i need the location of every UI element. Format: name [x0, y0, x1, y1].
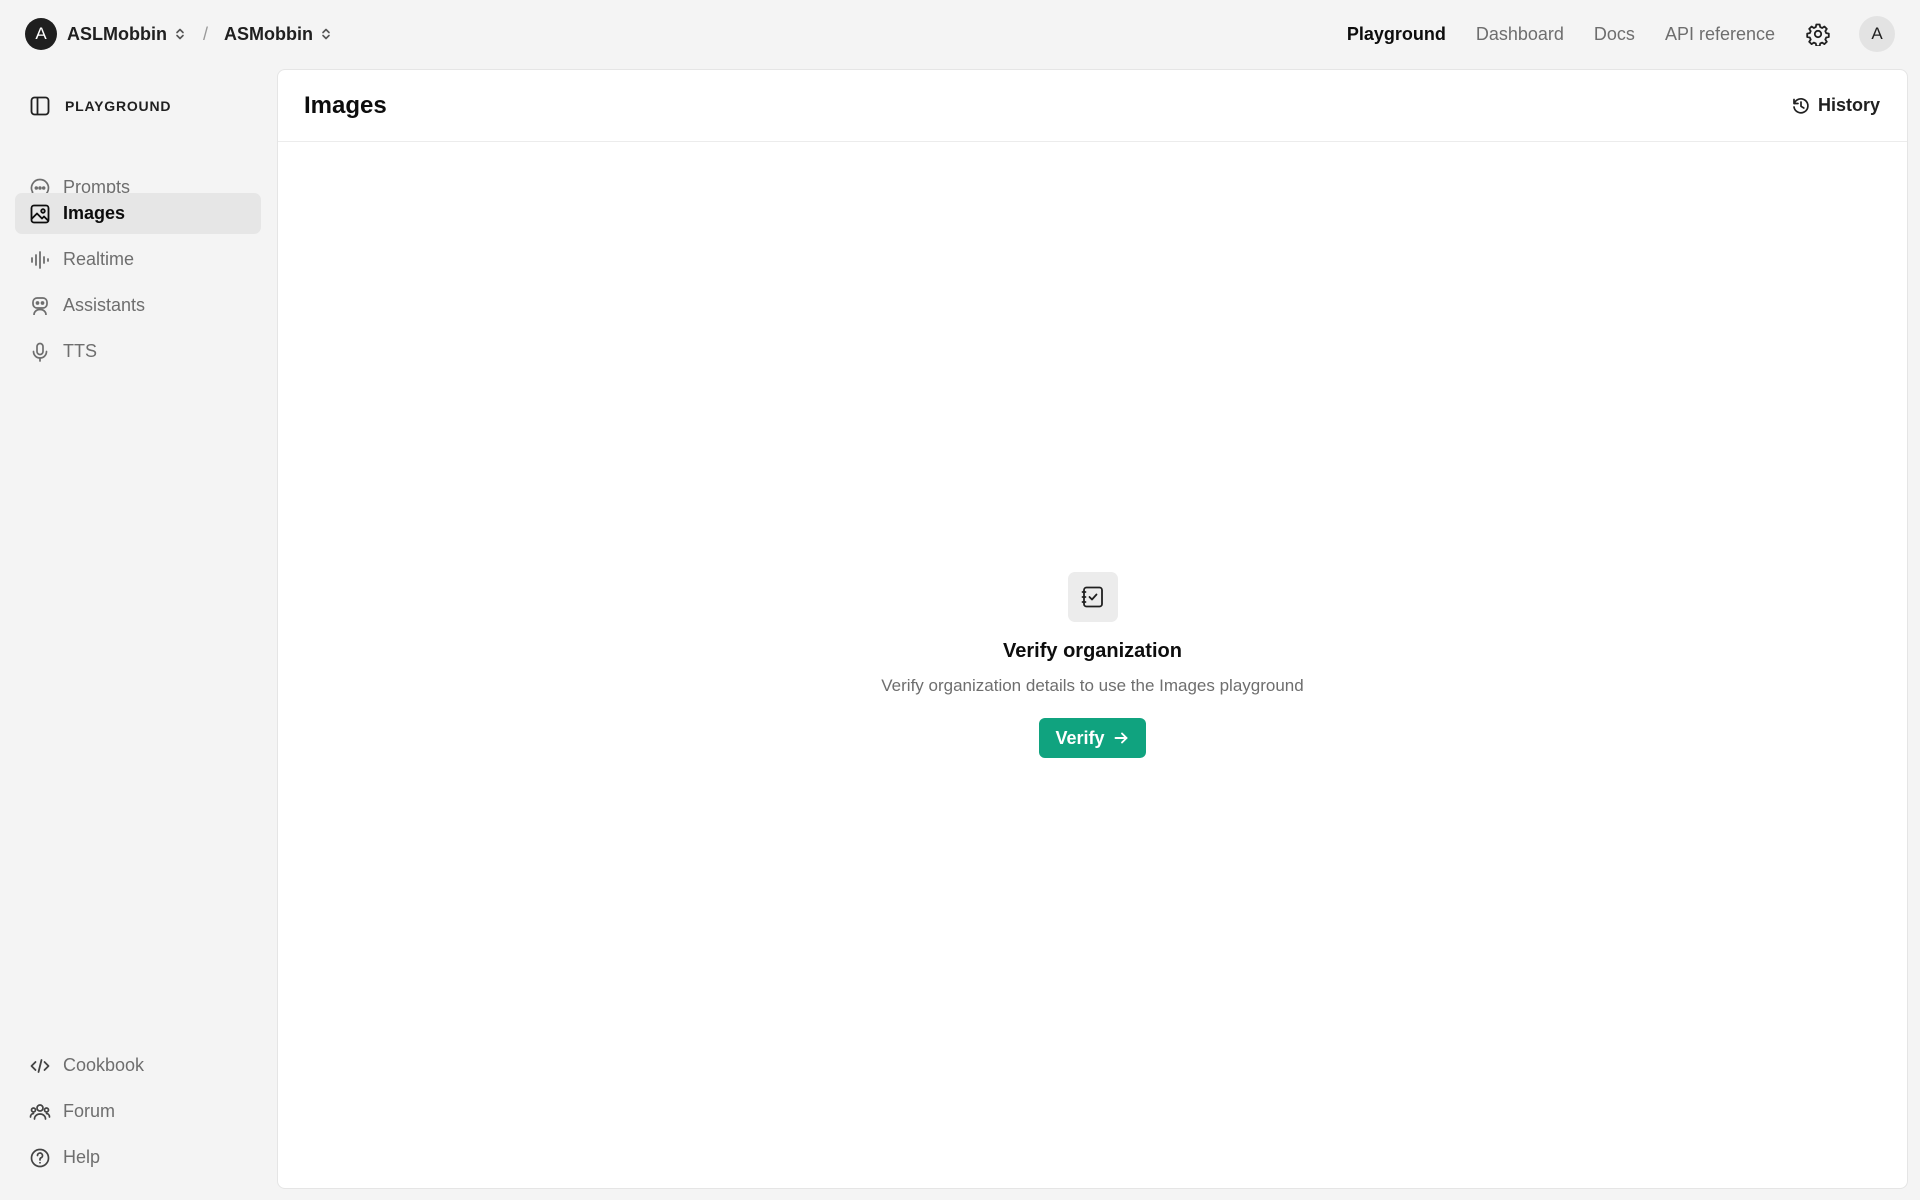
user-avatar[interactable]: A: [1859, 16, 1895, 52]
image-icon: [30, 204, 50, 223]
gear-icon: [1806, 23, 1830, 46]
verify-button[interactable]: Verify: [1039, 718, 1146, 758]
sidebar-header: PLAYGROUND: [29, 95, 171, 117]
microphone-icon: [32, 342, 48, 362]
help-circle-icon: [30, 1148, 50, 1167]
sidebar-item-cookbook[interactable]: Cookbook: [15, 1045, 261, 1086]
history-button[interactable]: History: [1791, 95, 1880, 116]
sidebar-item-forum[interactable]: Forum: [15, 1091, 261, 1132]
settings-button[interactable]: [1805, 21, 1831, 47]
history-label: History: [1817, 95, 1880, 115]
nav-api-reference[interactable]: API reference: [1665, 24, 1775, 45]
people-icon: [29, 1103, 51, 1120]
main-panel: Images History Verify organization Verif…: [277, 69, 1908, 1189]
page-title: Images: [304, 91, 387, 119]
project-switcher[interactable]: ASMobbin: [224, 24, 333, 45]
sidebar-item-label: Realtime: [63, 249, 135, 269]
sidebar-item-assistants[interactable]: Assistants: [15, 285, 261, 326]
sidebar-item-realtime[interactable]: Realtime: [15, 239, 261, 280]
top-nav: Playground Dashboard Docs API reference …: [1347, 16, 1895, 52]
sidebar-item-images[interactable]: Images: [15, 193, 261, 234]
arrow-right-icon: [1114, 732, 1127, 744]
sidebar-item-tts[interactable]: TTS: [15, 331, 261, 372]
breadcrumb: A ASLMobbin / ASMobbin: [25, 18, 333, 50]
chevron-up-down-icon: [322, 28, 330, 40]
chevron-up-down-icon: [176, 28, 184, 40]
code-icon: [30, 1058, 50, 1073]
robot-icon: [32, 296, 48, 315]
empty-state-title: Verify organization: [1003, 640, 1182, 662]
org-avatar[interactable]: A: [25, 18, 57, 50]
sidebar-item-label: Help: [63, 1147, 101, 1167]
verified-document-icon: [1081, 586, 1103, 608]
sidebar-item-label: Forum: [63, 1101, 116, 1121]
sidebar-toggle-icon[interactable]: [29, 95, 51, 117]
sidebar-item-label: Cookbook: [63, 1055, 145, 1075]
top-bar: A ASLMobbin / ASMobbin Playground Dashbo…: [0, 0, 1920, 68]
breadcrumb-separator: /: [202, 23, 208, 44]
project-name: ASMobbin: [224, 23, 313, 44]
empty-state-description: Verify organization details to use the I…: [881, 676, 1304, 695]
sidebar-item-help[interactable]: Help: [15, 1137, 261, 1178]
audio-wave-icon: [31, 250, 49, 269]
sidebar-title: PLAYGROUND: [65, 98, 172, 114]
empty-state: Verify organization Verify organization …: [278, 572, 1907, 758]
empty-state-icon-box: [1067, 572, 1118, 622]
verify-button-label: Verify: [1055, 727, 1105, 748]
org-name: ASLMobbin: [67, 23, 167, 44]
nav-docs[interactable]: Docs: [1594, 24, 1635, 45]
sidebar-item-label: TTS: [63, 341, 97, 361]
history-icon: [1793, 97, 1809, 114]
nav-dashboard[interactable]: Dashboard: [1476, 24, 1564, 45]
main-header: Images History: [278, 70, 1907, 142]
sidebar-item-label: Assistants: [63, 295, 146, 315]
nav-playground[interactable]: Playground: [1347, 24, 1446, 45]
sidebar: PLAYGROUND Prompts Images Realtime Assis…: [0, 68, 276, 1200]
sidebar-item-label: Images: [63, 203, 126, 223]
org-switcher[interactable]: ASLMobbin: [67, 24, 187, 45]
